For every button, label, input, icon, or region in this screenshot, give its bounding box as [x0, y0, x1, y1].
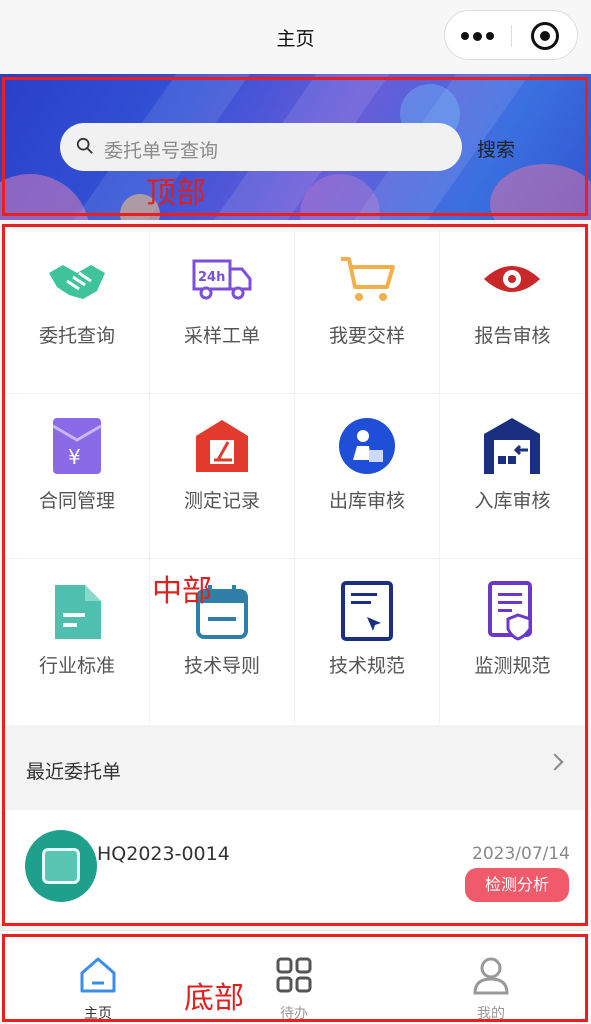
- top-section-outline: [2, 77, 588, 216]
- capsule-divider: [511, 25, 512, 47]
- bottom-section-outline: [2, 934, 588, 1022]
- middle-section-outline: [2, 224, 588, 926]
- close-target-icon[interactable]: [531, 22, 559, 50]
- mini-program-capsule: [444, 10, 578, 60]
- nav-bar: 主页: [0, 0, 591, 74]
- more-menu-icon[interactable]: [459, 27, 499, 45]
